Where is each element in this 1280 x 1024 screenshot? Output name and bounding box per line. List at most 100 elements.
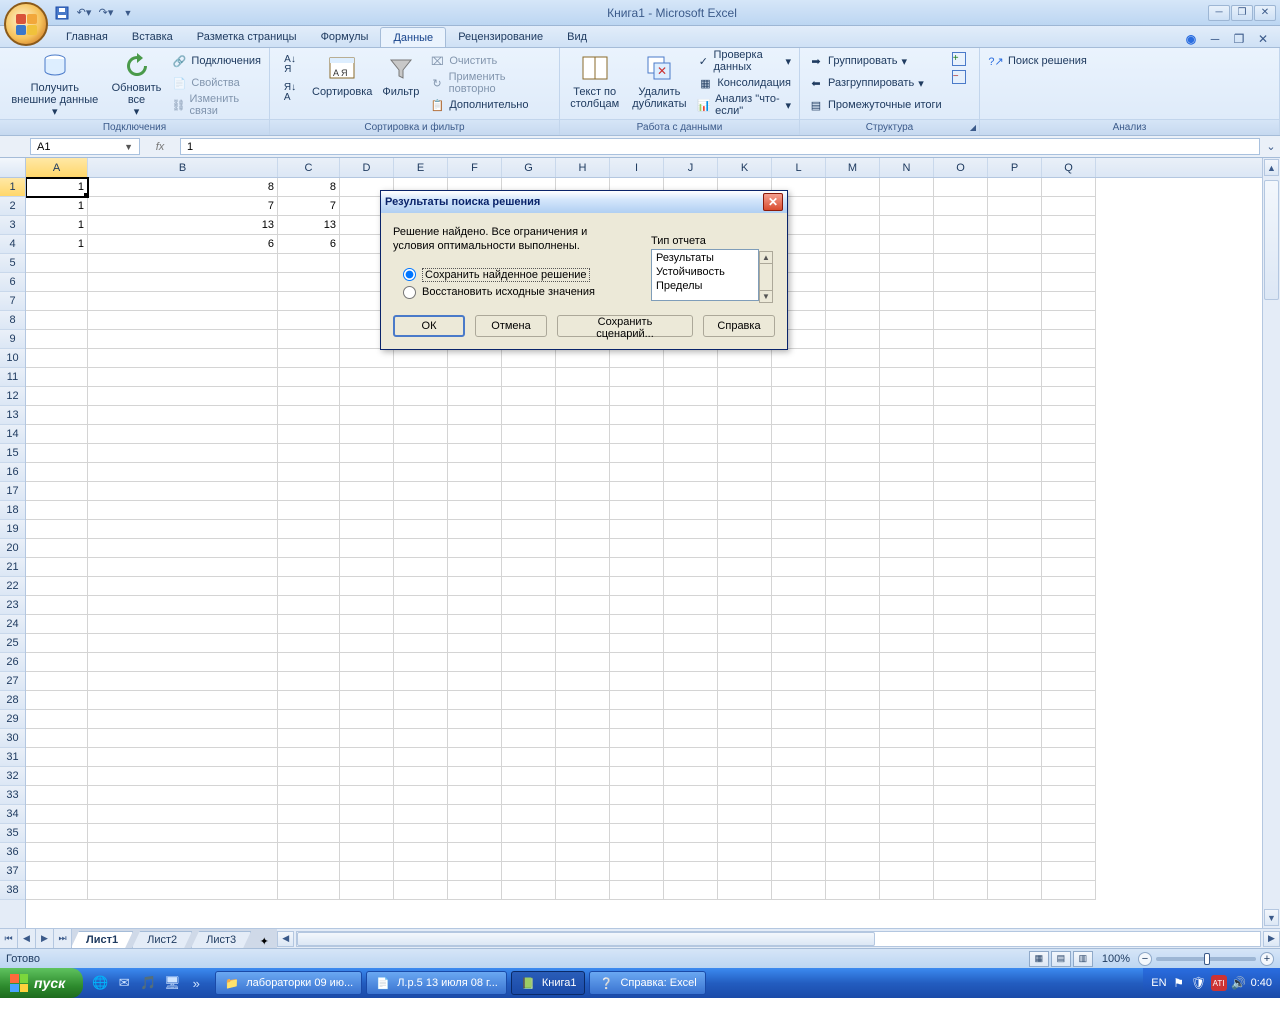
cell-M16[interactable] (826, 463, 880, 482)
cell-E12[interactable] (394, 387, 448, 406)
cell-Q14[interactable] (1042, 425, 1096, 444)
cell-O20[interactable] (934, 539, 988, 558)
report-item-results[interactable]: Результаты (656, 252, 754, 266)
cell-A25[interactable] (26, 634, 88, 653)
cell-A33[interactable] (26, 786, 88, 805)
cell-K24[interactable] (718, 615, 772, 634)
cell-D19[interactable] (340, 520, 394, 539)
cell-E27[interactable] (394, 672, 448, 691)
row-header-10[interactable]: 10 (0, 349, 25, 368)
cell-O5[interactable] (934, 254, 988, 273)
cell-Q29[interactable] (1042, 710, 1096, 729)
cell-Q21[interactable] (1042, 558, 1096, 577)
consolidate-button[interactable]: ▦Консолидация (693, 72, 795, 94)
view-normal-button[interactable]: ▦ (1029, 951, 1049, 967)
cell-L14[interactable] (772, 425, 826, 444)
cell-H15[interactable] (556, 444, 610, 463)
cell-P9[interactable] (988, 330, 1042, 349)
cell-E15[interactable] (394, 444, 448, 463)
cell-Q20[interactable] (1042, 539, 1096, 558)
cell-B33[interactable] (88, 786, 278, 805)
cell-C22[interactable] (278, 577, 340, 596)
cell-O11[interactable] (934, 368, 988, 387)
cell-G14[interactable] (502, 425, 556, 444)
tray-icon-1[interactable]: ⚑ (1171, 975, 1187, 991)
row-header-8[interactable]: 8 (0, 311, 25, 330)
cell-F12[interactable] (448, 387, 502, 406)
row-header-18[interactable]: 18 (0, 501, 25, 520)
cell-I34[interactable] (610, 805, 664, 824)
cell-I11[interactable] (610, 368, 664, 387)
cell-O14[interactable] (934, 425, 988, 444)
cell-G25[interactable] (502, 634, 556, 653)
close-button[interactable]: ✕ (1254, 5, 1276, 21)
cell-Q3[interactable] (1042, 216, 1096, 235)
cell-K10[interactable] (718, 349, 772, 368)
cell-Q19[interactable] (1042, 520, 1096, 539)
cell-N35[interactable] (880, 824, 934, 843)
ql-icon-2[interactable]: ✉ (113, 972, 135, 994)
cell-L20[interactable] (772, 539, 826, 558)
cell-O12[interactable] (934, 387, 988, 406)
cell-B26[interactable] (88, 653, 278, 672)
cell-Q1[interactable] (1042, 178, 1096, 197)
cell-M13[interactable] (826, 406, 880, 425)
cell-Q8[interactable] (1042, 311, 1096, 330)
cell-J29[interactable] (664, 710, 718, 729)
cell-M38[interactable] (826, 881, 880, 900)
cell-N20[interactable] (880, 539, 934, 558)
cell-E21[interactable] (394, 558, 448, 577)
cell-Q38[interactable] (1042, 881, 1096, 900)
zoom-level[interactable]: 100% (1102, 953, 1130, 965)
row-header-19[interactable]: 19 (0, 520, 25, 539)
row-header-21[interactable]: 21 (0, 558, 25, 577)
cell-O29[interactable] (934, 710, 988, 729)
cell-I13[interactable] (610, 406, 664, 425)
new-sheet-button[interactable]: ✦ (251, 935, 277, 948)
cell-N12[interactable] (880, 387, 934, 406)
cell-P6[interactable] (988, 273, 1042, 292)
cell-K28[interactable] (718, 691, 772, 710)
scroll-right-icon[interactable]: ▶ (1263, 931, 1280, 947)
cell-N26[interactable] (880, 653, 934, 672)
col-header-A[interactable]: A (26, 158, 88, 177)
cell-I29[interactable] (610, 710, 664, 729)
cell-G24[interactable] (502, 615, 556, 634)
cell-F18[interactable] (448, 501, 502, 520)
cell-B9[interactable] (88, 330, 278, 349)
scroll-down-icon[interactable]: ▼ (1264, 909, 1279, 926)
cell-M14[interactable] (826, 425, 880, 444)
cell-B32[interactable] (88, 767, 278, 786)
cell-F16[interactable] (448, 463, 502, 482)
cell-I27[interactable] (610, 672, 664, 691)
cell-I32[interactable] (610, 767, 664, 786)
row-header-14[interactable]: 14 (0, 425, 25, 444)
cell-C25[interactable] (278, 634, 340, 653)
cell-Q5[interactable] (1042, 254, 1096, 273)
row-header-4[interactable]: 4 (0, 235, 25, 254)
next-sheet-button[interactable]: ▶ (36, 929, 54, 948)
cell-A7[interactable] (26, 292, 88, 311)
cell-F20[interactable] (448, 539, 502, 558)
cell-A19[interactable] (26, 520, 88, 539)
col-header-E[interactable]: E (394, 158, 448, 177)
cell-G11[interactable] (502, 368, 556, 387)
cell-D12[interactable] (340, 387, 394, 406)
cell-H32[interactable] (556, 767, 610, 786)
ql-icon-3[interactable]: 🎵 (137, 972, 159, 994)
cell-P19[interactable] (988, 520, 1042, 539)
cell-D11[interactable] (340, 368, 394, 387)
cell-I31[interactable] (610, 748, 664, 767)
cell-N23[interactable] (880, 596, 934, 615)
cell-A35[interactable] (26, 824, 88, 843)
row-header-6[interactable]: 6 (0, 273, 25, 292)
cell-C24[interactable] (278, 615, 340, 634)
cell-O28[interactable] (934, 691, 988, 710)
zoom-out-button[interactable]: − (1138, 952, 1152, 966)
cell-P18[interactable] (988, 501, 1042, 520)
cell-B3[interactable]: 13 (88, 216, 278, 235)
cell-N11[interactable] (880, 368, 934, 387)
cell-G13[interactable] (502, 406, 556, 425)
cell-I25[interactable] (610, 634, 664, 653)
cell-H37[interactable] (556, 862, 610, 881)
